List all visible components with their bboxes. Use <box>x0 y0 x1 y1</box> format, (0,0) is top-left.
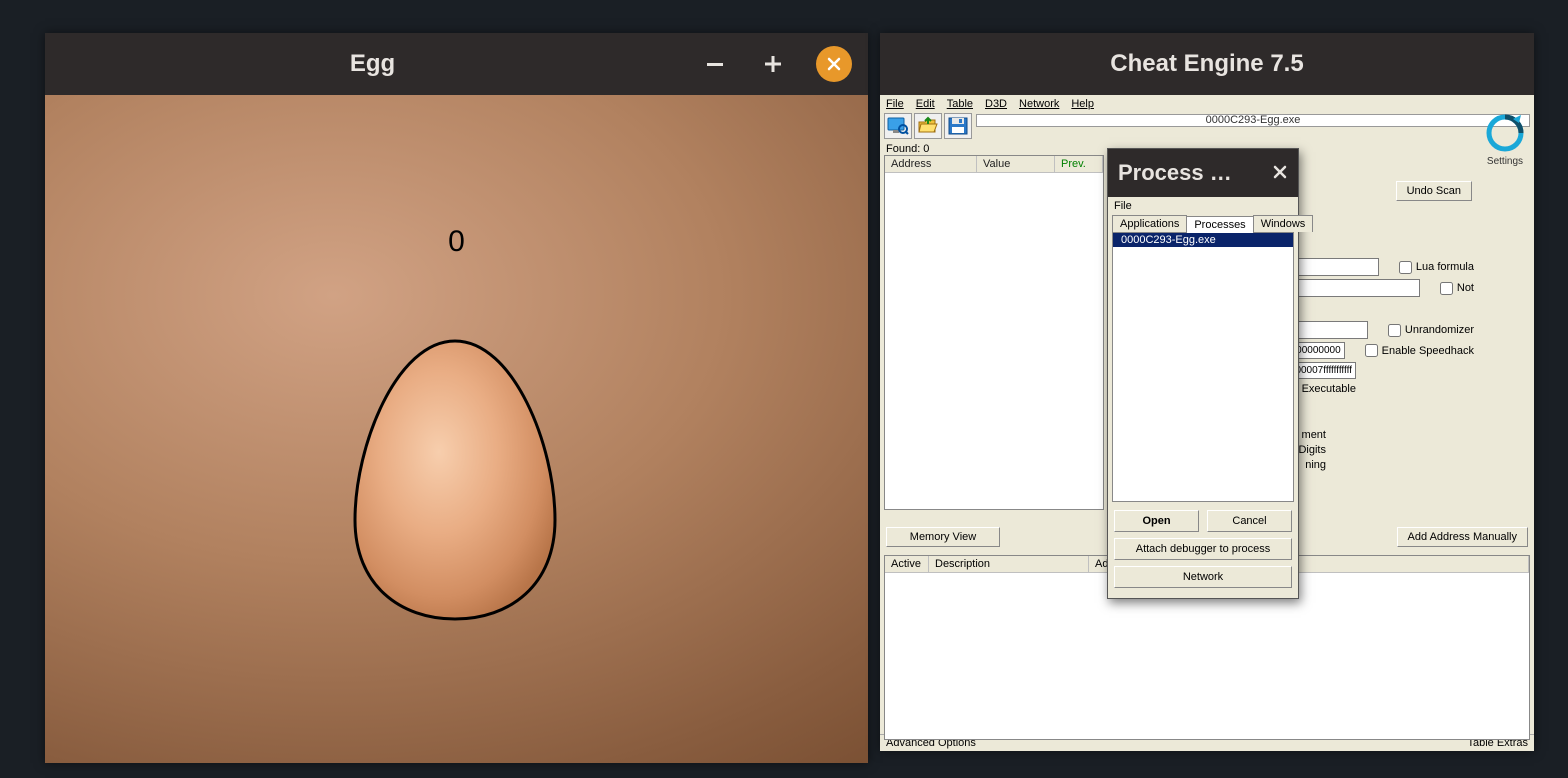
dialog-buttons: Open Cancel Attach debugger to process N… <box>1108 502 1298 598</box>
dialog-menu-file[interactable]: File <box>1108 197 1298 215</box>
tab-processes[interactable]: Processes <box>1186 216 1253 233</box>
process-list-item[interactable]: 0000C293-Egg.exe <box>1113 233 1293 247</box>
col-address[interactable]: Address <box>885 156 977 173</box>
open-process-button[interactable] <box>884 113 912 139</box>
menu-file[interactable]: File <box>886 98 904 110</box>
plus-icon <box>763 54 783 74</box>
lua-formula-checkbox[interactable]: Lua formula <box>1399 261 1474 274</box>
add-address-manually-button[interactable]: Add Address Manually <box>1397 527 1528 547</box>
memory-view-button[interactable]: Memory View <box>886 527 1000 547</box>
minimize-button[interactable] <box>700 49 730 79</box>
network-button[interactable]: Network <box>1114 566 1292 588</box>
dialog-close-button[interactable] <box>1272 160 1288 186</box>
tab-windows[interactable]: Windows <box>1253 215 1314 232</box>
open-process-button[interactable]: Open <box>1114 510 1199 532</box>
close-button[interactable] <box>816 46 852 82</box>
col-value[interactable]: Value <box>977 156 1055 173</box>
menu-edit[interactable]: Edit <box>916 98 935 110</box>
minimize-icon <box>705 54 725 74</box>
folder-open-icon <box>917 116 939 136</box>
not-checkbox[interactable]: Not <box>1440 282 1474 295</box>
egg-game-canvas[interactable]: 0 <box>45 95 868 763</box>
close-icon <box>1272 164 1288 180</box>
menu-d3d[interactable]: D3D <box>985 98 1007 110</box>
process-list-dialog: Process … File Applications Processes Wi… <box>1107 148 1299 599</box>
dialog-tabs: Applications Processes Windows <box>1108 215 1298 232</box>
attach-debugger-button[interactable]: Attach debugger to process <box>1114 538 1292 560</box>
partial-label-3: ning <box>1305 459 1326 471</box>
open-file-button[interactable] <box>914 113 942 139</box>
egg-window: Egg 0 <box>45 33 868 763</box>
dialog-title: Process … <box>1118 160 1232 186</box>
menu-table[interactable]: Table <box>947 98 973 110</box>
egg-click-counter: 0 <box>448 225 465 259</box>
col-previous[interactable]: Prev. <box>1055 156 1103 173</box>
computer-magnify-icon <box>887 116 909 136</box>
egg-title: Egg <box>45 50 700 78</box>
ce-toolbar: 0000C293-Egg.exe Settings <box>880 113 1534 143</box>
partial-label-1: ment <box>1302 429 1326 441</box>
attached-process-bar: 0000C293-Egg.exe <box>976 114 1530 127</box>
menu-network[interactable]: Network <box>1019 98 1059 110</box>
ce-titlebar[interactable]: Cheat Engine 7.5 <box>880 33 1534 95</box>
egg-sprite[interactable] <box>345 335 565 625</box>
col-active[interactable]: Active <box>885 556 929 573</box>
attached-process-label: 0000C293-Egg.exe <box>1206 114 1301 126</box>
menu-help[interactable]: Help <box>1071 98 1094 110</box>
unrandomizer-checkbox[interactable]: Unrandomizer <box>1388 324 1474 337</box>
col-description[interactable]: Description <box>929 556 1089 573</box>
ce-title: Cheat Engine 7.5 <box>1110 50 1303 78</box>
egg-titlebar[interactable]: Egg <box>45 33 868 95</box>
speedhack-checkbox[interactable]: Enable Speedhack <box>1365 344 1474 357</box>
partial-label-2: Digits <box>1298 444 1326 456</box>
scan-results-header: Address Value Prev. <box>885 156 1103 173</box>
egg-window-controls <box>700 46 868 82</box>
scan-results-table[interactable]: Address Value Prev. <box>884 155 1104 510</box>
dialog-titlebar[interactable]: Process … <box>1108 149 1298 197</box>
cancel-button[interactable]: Cancel <box>1207 510 1292 532</box>
close-icon <box>826 56 842 72</box>
save-button[interactable] <box>944 113 972 139</box>
tab-applications[interactable]: Applications <box>1112 215 1187 232</box>
maximize-button[interactable] <box>758 49 788 79</box>
floppy-disk-icon <box>947 116 969 136</box>
process-list[interactable]: 0000C293-Egg.exe <box>1112 232 1294 502</box>
ce-menubar: File Edit Table D3D Network Help <box>880 95 1534 113</box>
